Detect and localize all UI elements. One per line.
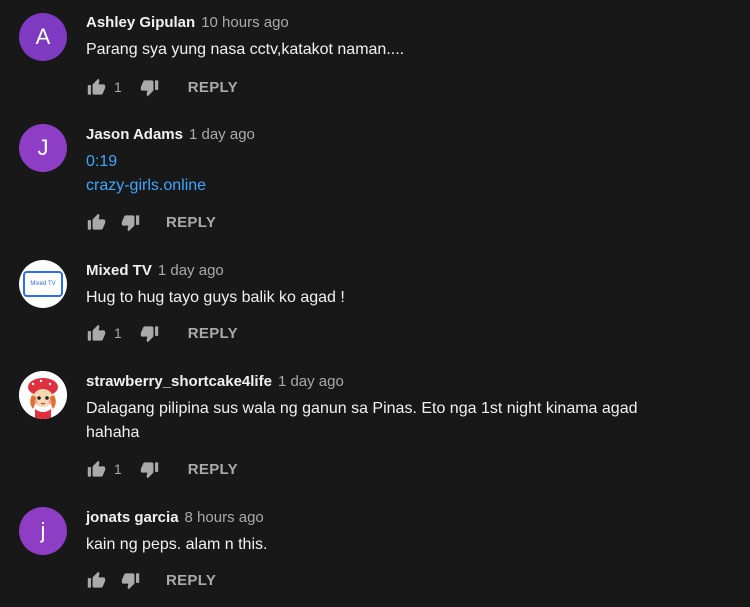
- comment-link[interactable]: crazy-girls.online: [86, 174, 730, 198]
- avatar[interactable]: j: [19, 507, 67, 555]
- avatar[interactable]: A: [19, 13, 67, 61]
- comment-text-line: hahaha: [86, 424, 140, 441]
- comment-author[interactable]: Jason Adams: [86, 126, 183, 143]
- reply-button[interactable]: REPLY: [166, 572, 216, 589]
- avatar-letter: J: [37, 135, 49, 160]
- comment-text: 0:19 crazy-girls.online: [86, 150, 730, 198]
- thumbs-up-icon[interactable]: [86, 570, 106, 590]
- comment-author-line: jonats garcia 8 hours ago: [86, 509, 264, 526]
- comment-text-line: kain ng peps. alam n this.: [86, 536, 268, 553]
- thumbs-up-icon[interactable]: [86, 323, 106, 343]
- comment-text-line: Dalagang pilipina sus wala ng ganun sa P…: [86, 400, 638, 417]
- reply-button[interactable]: REPLY: [188, 325, 238, 342]
- comment-actions: 1 REPLY: [86, 76, 238, 98]
- timestamp-link[interactable]: 0:19: [86, 150, 730, 174]
- comment-author-line: Jason Adams 1 day ago: [86, 126, 255, 143]
- comment-actions: REPLY: [86, 211, 216, 233]
- thumbs-down-icon[interactable]: [140, 459, 160, 479]
- thumbs-up-icon[interactable]: [86, 459, 106, 479]
- comment-actions: 1 REPLY: [86, 322, 238, 344]
- thumbs-down-icon[interactable]: [140, 77, 160, 97]
- comment-time[interactable]: 1 day ago: [158, 262, 224, 279]
- channel-logo-text: Mixed TV: [30, 281, 56, 287]
- comment-author-line: strawberry_shortcake4life 1 day ago: [86, 373, 344, 390]
- reply-button[interactable]: REPLY: [188, 461, 238, 478]
- comment-author[interactable]: strawberry_shortcake4life: [86, 373, 272, 390]
- like-count: 1: [114, 461, 122, 477]
- thumbs-down-icon[interactable]: [120, 212, 140, 232]
- comment-text-line: Hug to hug tayo guys balik ko agad !: [86, 289, 345, 306]
- comment-time[interactable]: 1 day ago: [278, 373, 344, 390]
- comment-text: kain ng peps. alam n this.: [86, 533, 730, 557]
- avatar-letter: j: [40, 518, 46, 543]
- comment-actions: 1 REPLY: [86, 458, 238, 480]
- comment-author[interactable]: Mixed TV: [86, 262, 152, 279]
- avatar[interactable]: Mixed TV: [19, 260, 67, 308]
- avatar[interactable]: [19, 371, 67, 419]
- avatar-letter: A: [35, 24, 51, 49]
- thumbs-up-icon[interactable]: [86, 77, 106, 97]
- thumbs-down-icon[interactable]: [140, 323, 160, 343]
- reply-button[interactable]: REPLY: [166, 214, 216, 231]
- comment-text: Dalagang pilipina sus wala ng ganun sa P…: [86, 397, 730, 445]
- comment-author-line: Ashley Gipulan 10 hours ago: [86, 14, 289, 31]
- like-count: 1: [114, 79, 122, 95]
- thumbs-down-icon[interactable]: [120, 570, 140, 590]
- comment-actions: REPLY: [86, 569, 216, 591]
- avatar[interactable]: J: [19, 124, 67, 172]
- comment-time[interactable]: 8 hours ago: [185, 509, 264, 526]
- comment-author[interactable]: jonats garcia: [86, 509, 179, 526]
- comment-time[interactable]: 1 day ago: [189, 126, 255, 143]
- comment-time[interactable]: 10 hours ago: [201, 14, 289, 31]
- comment-text-line: Parang sya yung nasa cctv,katakot naman.…: [86, 41, 405, 58]
- strawberry-character-icon: [19, 371, 67, 419]
- comment-author[interactable]: Ashley Gipulan: [86, 14, 195, 31]
- comment-text: Parang sya yung nasa cctv,katakot naman.…: [86, 38, 730, 62]
- comment-author-line: Mixed TV 1 day ago: [86, 262, 224, 279]
- comment-text: Hug to hug tayo guys balik ko agad !: [86, 286, 730, 310]
- channel-logo: Mixed TV: [23, 271, 63, 297]
- like-count: 1: [114, 325, 122, 341]
- reply-button[interactable]: REPLY: [188, 79, 238, 96]
- thumbs-up-icon[interactable]: [86, 212, 106, 232]
